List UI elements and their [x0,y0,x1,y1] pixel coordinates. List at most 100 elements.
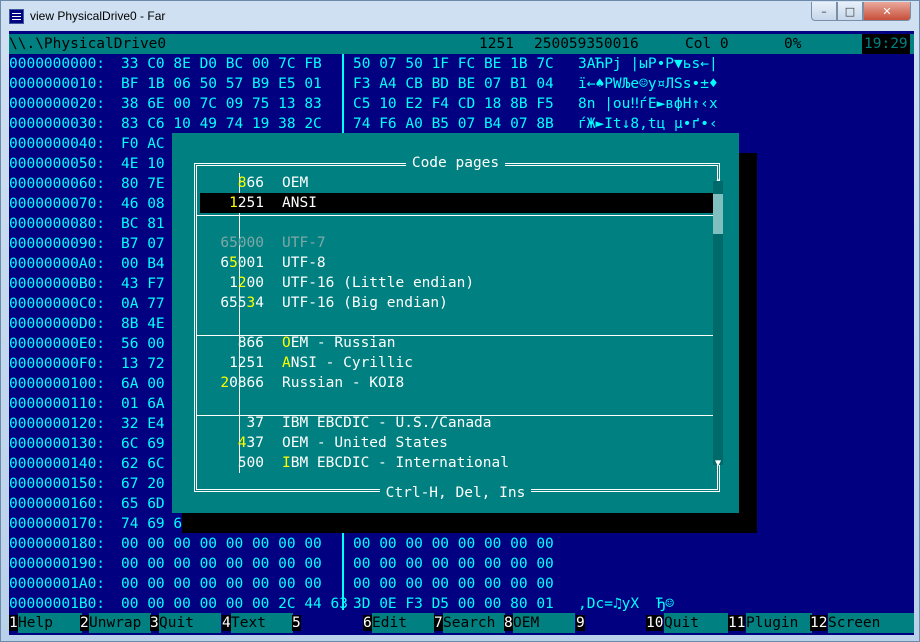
fkey-label: Edit [372,613,434,633]
codepage-number: 866 [200,333,264,353]
hex-address: 0000000100: [9,376,106,392]
fkey-4[interactable]: 4 Text [222,613,293,633]
hex-bytes-high: 00 00 00 00 00 00 00 00 [353,556,554,572]
hex-address: 00000000A0: [9,256,106,272]
fkey-2[interactable]: 2 Unwrap [80,613,151,633]
text-part: OEM [282,175,309,191]
text-part: IBM EBCDIC - U.S./Canada [282,415,492,431]
group-separator [197,215,714,216]
codepage-item[interactable]: 1251 ANSI - Cyrillic [200,353,713,373]
codepage-name: Russian - KOI8 [282,373,404,393]
codepage-name: IBM EBCDIC - International [282,453,509,473]
hex-row: 0000000190: 00 00 00 00 00 00 00 00 00 00 … [9,554,914,574]
fkey-5[interactable]: 5 [292,613,301,633]
hotkey-char: 2 [237,275,247,291]
hex-bytes-high: F3 A4 CB BD BE 07 B1 04 [353,76,554,92]
codepage-name: OEM - Russian [282,333,396,353]
codepage-number: 1251 [200,193,264,213]
console-area[interactable]: \\.\PhysicalDrive0 1251 250059350016 Col… [9,31,914,635]
fkey-1[interactable]: 1 Help [9,613,82,633]
hex-address: 00000000F0: [9,356,106,372]
text-part: OEM - United States [282,435,448,451]
hex-address: 0000000150: [9,476,106,492]
fkey-7[interactable]: 7 Search [434,613,505,633]
codepage-item[interactable]: 437 OEM - United States [200,433,713,453]
hex-bytes-low: 32 E4 [121,416,165,432]
fkey-number: 9 [576,615,585,631]
hex-address: 00000001B0: [9,596,106,612]
text-part: UTF-16 (Little endian) [282,275,475,291]
scroll-down-arrow[interactable]: ▼ [713,459,723,469]
dialog-title: Code pages [405,155,506,171]
codepage-name: ANSI - Cyrillic [282,353,413,373]
text-part: Russian - KOI8 [282,375,405,391]
codepage-item[interactable]: 20866 Russian - KOI8 [200,373,713,393]
hex-bytes-low: 4E 10 [121,156,165,172]
fkey-10[interactable]: 10 Quit [646,613,728,633]
title-bar[interactable]: view PhysicalDrive0 - Far [1,1,919,31]
fkey-number: 12 [810,615,828,631]
hex-address: 0000000020: [9,96,106,112]
hex-row: 0000000000: 33 C0 8E D0 BC 00 7C FB 50 07 … [9,54,914,74]
hex-bytes-low: 83 C6 10 49 74 19 38 2C [121,116,322,132]
text-part: UTF-8 [282,255,326,271]
text-part: 65000 [220,235,264,251]
file-size: 250059350016 [534,36,639,52]
hex-bytes-low: 80 7E [121,176,165,192]
text-part: 66 [246,175,264,191]
maximize-button[interactable]: □ [837,2,863,21]
hex-address: 0000000080: [9,216,106,232]
fkey-number: 7 [434,615,443,631]
codepage-item[interactable]: 65000 UTF-7 [200,233,713,253]
codepage-item[interactable]: 65001 UTF-8 [200,253,713,273]
close-button[interactable]: ✕ [863,2,911,21]
hex-address: 0000000040: [9,136,106,152]
codepage-item[interactable]: 37 IBM EBCDIC - U.S./Canada [200,413,713,433]
fkey-8[interactable]: 8 OEM [504,613,575,633]
text-part: 1 [229,275,238,291]
codepages-dialog[interactable]: Code pages 866 OEM 1251 ANSI 65000 UTF-7 65001… [172,133,739,513]
hex-address: 0000000140: [9,456,106,472]
hex-bytes-low: 00 00 00 00 00 00 00 00 [121,576,322,592]
codepage-item[interactable]: 500 IBM EBCDIC - International [200,453,713,473]
minimize-button[interactable]: – [811,2,837,21]
fkey-number: 11 [728,615,746,631]
text-part: 6 [220,255,230,271]
codepage-number: 37 [200,413,264,433]
hex-address: 0000000170: [9,516,106,532]
hex-bytes-low: 00 00 00 00 00 00 2C 44 63 [121,596,348,612]
hex-bytes-low: 56 00 [121,336,165,352]
fkey-6[interactable]: 6 Edit [363,613,434,633]
hex-bytes-low: 67 20 [121,476,165,492]
text-part: 1251 [229,355,264,371]
codepage-item[interactable]: 866 OEM - Russian [200,333,713,353]
hotkey-char: 8 [237,175,247,191]
codepage-item[interactable]: 65534 UTF-16 (Big endian) [200,293,713,313]
fkey-9[interactable]: 9 [576,613,585,633]
scrollbar[interactable] [713,181,723,465]
fkey-label: Quit [159,613,221,633]
hex-bytes-low: BF 1B 06 50 57 B9 E5 01 [121,76,322,92]
fkey-3[interactable]: 3 Quit [150,613,221,633]
scrollbar-thumb[interactable] [713,194,723,234]
codepage-item[interactable]: 866 OEM [200,173,713,193]
codepage-name: UTF-7 [282,233,326,253]
fkey-label: Quit [664,613,728,633]
far-app-icon [9,8,24,24]
hex-address: 0000000070: [9,196,106,212]
codepage-item[interactable]: 1251 ANSI [200,193,713,213]
codepage-number: 65000 [200,233,264,253]
app-window: view PhysicalDrive0 - Far – □ ✕ \\.\Phys… [0,0,920,642]
hex-text: 8n |ou‼ѓЕ►вфН↑‹х [578,96,718,112]
codepage-number: 65534 [200,293,264,313]
fkey-12[interactable]: 12 Screen [810,613,914,633]
fkey-11[interactable]: 11 Plugin [728,613,812,633]
text-part: UTF-16 (Big endian) [282,295,448,311]
codepage-item[interactable]: 1200 UTF-16 (Little endian) [200,273,713,293]
text-part: NSI - Cyrillic [290,355,413,371]
fkey-label: Unwrap [89,613,151,633]
hotkey-char: 5 [229,255,238,271]
hex-text: ї←♠PWЉе☺у¤ЛЅѕ•±♦ [578,76,718,92]
hex-address: 00000000C0: [9,296,106,312]
fkey-number: 5 [292,615,301,631]
